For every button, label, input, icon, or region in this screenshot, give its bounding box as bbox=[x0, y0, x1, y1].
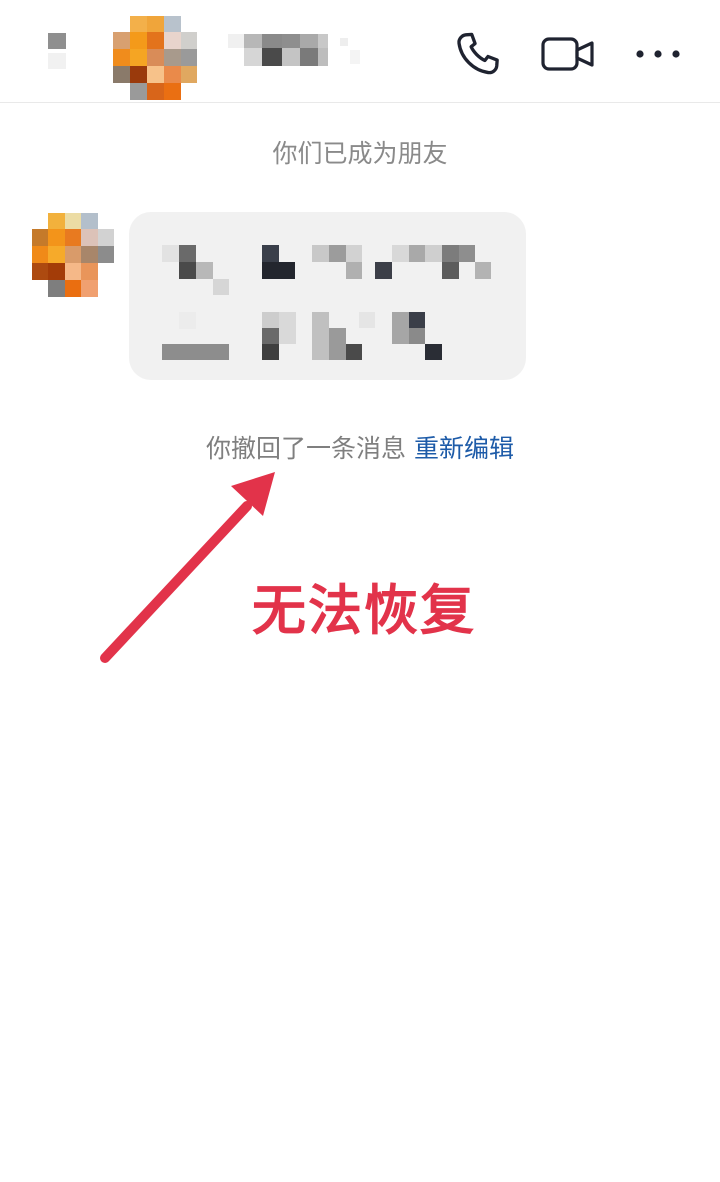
recall-notice: 你撤回了一条消息 bbox=[205, 434, 406, 463]
reedit-link[interactable]: 重新编辑 bbox=[414, 434, 514, 463]
contact-avatar[interactable] bbox=[113, 16, 197, 100]
contact-name[interactable] bbox=[228, 30, 360, 70]
message-bubble[interactable] bbox=[129, 212, 526, 380]
voice-call-button[interactable] bbox=[450, 28, 506, 80]
friends-notice: 你们已成为朋友 bbox=[272, 139, 448, 168]
sender-avatar[interactable] bbox=[32, 213, 114, 297]
chat-header bbox=[0, 0, 720, 103]
annotation-label: 无法恢复 bbox=[252, 579, 476, 642]
more-dots-icon bbox=[636, 50, 680, 58]
video-call-button[interactable] bbox=[540, 28, 596, 80]
more-options-button[interactable] bbox=[630, 28, 686, 80]
video-camera-icon bbox=[541, 37, 594, 71]
back-button[interactable] bbox=[46, 33, 68, 69]
phone-icon bbox=[457, 32, 499, 75]
redacted-message-text bbox=[129, 212, 526, 380]
recall-notice-line: 你撤回了一条消息 重新编辑 bbox=[0, 429, 720, 465]
